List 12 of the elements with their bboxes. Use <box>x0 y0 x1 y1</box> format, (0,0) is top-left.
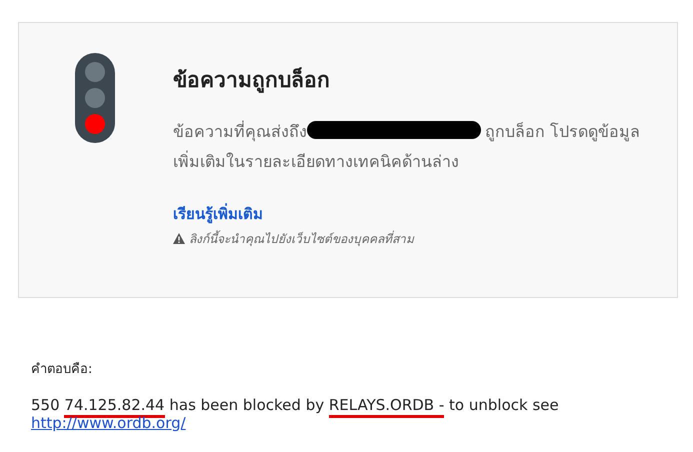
learn-more-link[interactable]: เรียนรู้เพิ่มเติม <box>173 202 263 225</box>
underlined-response-text: RELAYS.ORDB - <box>328 396 444 418</box>
notice-title: ข้อความถูกบล็อก <box>173 66 331 95</box>
warning-text: ลิงก์นี้จะนำคุณไปยังเว็บไซต์ของบุคคลที่สาม <box>189 230 414 248</box>
response-text: 550 <box>31 396 61 414</box>
underlined-response-text: 74.125.82.44 <box>64 396 165 418</box>
traffic-light-icon <box>75 53 115 143</box>
response-label: คำตอบคือ: <box>31 361 94 379</box>
warning-icon <box>173 233 185 244</box>
response-text: to unblock see <box>448 396 559 414</box>
response-text: has been blocked by <box>168 396 326 414</box>
message-text: ข้อความที่คุณส่งถึง ถูกบล็อก โปรดดูข้อมูลเพิ่มเติมในรายละเอียดทางเทคนิคด้านล่าง <box>173 120 642 172</box>
